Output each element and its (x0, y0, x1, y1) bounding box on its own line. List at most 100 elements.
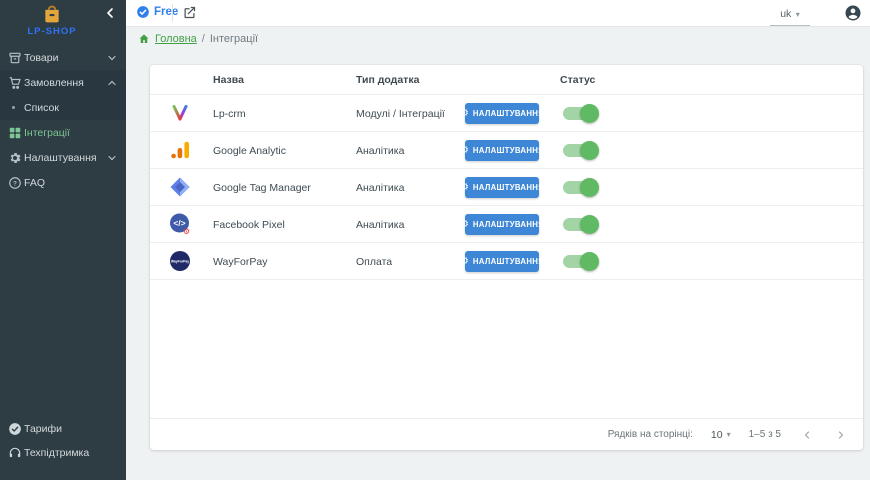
table-header: Назва Тип додатка Статус (150, 65, 863, 95)
status-toggle[interactable] (563, 107, 597, 120)
chevron-down-icon (106, 52, 118, 64)
integration-type: Модулі / Інтеграції (356, 108, 445, 120)
settings-button[interactable]: ⚙ НАЛАШТУВАННЯ (465, 140, 539, 161)
sidebar-item-orders-list[interactable]: Список (0, 95, 126, 120)
integration-type: Оплата (356, 256, 392, 268)
sidebar-item-support[interactable]: Техпідтримка (0, 440, 126, 465)
sidebar-item-label: Налаштування (24, 152, 97, 164)
chevron-up-icon (106, 77, 118, 89)
shop-bag-icon (42, 4, 62, 24)
verified-check-icon (136, 5, 150, 19)
facebook-pixel-logo: </> ⚙ (168, 212, 192, 236)
settings-button[interactable]: ⚙ НАЛАШТУВАННЯ (465, 177, 539, 198)
google-tag-manager-logo (168, 175, 192, 199)
sidebar-item-orders[interactable]: Замовлення (0, 70, 126, 95)
toggle-knob (580, 252, 599, 271)
pagination-range: 1–5 з 5 (749, 429, 781, 440)
gear-icon: ⚙ (460, 146, 469, 156)
svg-text:?: ? (13, 180, 17, 187)
previous-page-icon[interactable] (799, 427, 815, 443)
bullet-dot-icon (12, 106, 15, 109)
rows-per-page-value: 10 (711, 429, 723, 441)
settings-button-label: НАЛАШТУВАННЯ (473, 257, 544, 266)
gear-icon: ⚙ (460, 183, 469, 193)
chevron-down-icon (106, 152, 118, 164)
wayforpay-logo: WayForPay (168, 249, 192, 273)
home-icon[interactable] (138, 33, 150, 45)
status-toggle[interactable] (563, 181, 597, 194)
help-icon: ? (7, 175, 22, 190)
topbar: Free uk ▾ (126, 0, 870, 27)
plan-label: Free (154, 6, 178, 18)
svg-text:WayForPay: WayForPay (171, 260, 189, 264)
status-toggle[interactable] (563, 144, 597, 157)
settings-button[interactable]: ⚙ НАЛАШТУВАННЯ (465, 103, 539, 124)
sidebar: LP-SHOP Товари Замовлення (0, 0, 126, 480)
sidebar-item-label: Техпідтримка (24, 447, 89, 459)
settings-button-label: НАЛАШТУВАННЯ (473, 183, 544, 192)
divider (172, 4, 173, 22)
sidebar-item-label: Тарифи (24, 423, 62, 435)
integration-type: Аналітика (356, 145, 404, 157)
lp-crm-logo (168, 101, 192, 125)
toggle-knob (580, 178, 599, 197)
next-page-icon[interactable] (833, 427, 849, 443)
logo-text: LP-SHOP (0, 26, 104, 37)
cart-icon (7, 75, 22, 90)
google-analytics-logo (168, 138, 192, 162)
table-pagination: Рядків на сторінці: 10 ▾ 1–5 з 5 (150, 418, 863, 450)
gear-icon: ⚙ (460, 220, 469, 230)
toggle-knob (580, 141, 599, 160)
main-content: Головна / Інтеграції Назва Тип додатка С… (126, 27, 870, 480)
sidebar-item-label: Товари (24, 52, 58, 64)
column-header-name: Назва (213, 74, 244, 86)
status-toggle[interactable] (563, 255, 597, 268)
check-badge-icon (7, 421, 22, 436)
sidebar-item-products[interactable]: Товари (0, 45, 126, 70)
svg-text:⚙: ⚙ (183, 227, 190, 236)
integration-name: Facebook Pixel (213, 219, 285, 231)
sidebar-item-label: Список (24, 102, 59, 114)
headset-icon (7, 445, 22, 460)
open-in-new-icon[interactable] (182, 5, 198, 21)
rows-per-page-select[interactable]: 10 ▾ (711, 429, 731, 441)
table-row: Google Analytic Аналітика ⚙ НАЛАШТУВАННЯ (150, 132, 863, 169)
sidebar-item-settings[interactable]: Налаштування (0, 145, 126, 170)
integration-name: Google Tag Manager (213, 182, 311, 194)
sidebar-item-integrations[interactable]: Інтеграції (0, 120, 126, 145)
sidebar-item-label: Замовлення (24, 77, 84, 89)
integration-name: WayForPay (213, 256, 267, 268)
avatar[interactable] (844, 4, 862, 22)
gear-icon: ⚙ (460, 257, 469, 267)
sidebar-item-label: FAQ (24, 177, 45, 189)
table-row: Google Tag Manager Аналітика ⚙ НАЛАШТУВА… (150, 169, 863, 206)
breadcrumb-current: Інтеграції (210, 33, 258, 45)
integration-name: Google Analytic (213, 145, 286, 157)
settings-button[interactable]: ⚙ НАЛАШТУВАННЯ (465, 214, 539, 235)
integration-type: Аналітика (356, 182, 404, 194)
breadcrumb: Головна / Інтеграції (138, 33, 258, 45)
sidebar-collapse-icon[interactable] (102, 5, 118, 21)
settings-button-label: НАЛАШТУВАННЯ (473, 220, 544, 229)
settings-button[interactable]: ⚙ НАЛАШТУВАННЯ (465, 251, 539, 272)
gear-icon (7, 150, 22, 165)
toggle-knob (580, 104, 599, 123)
sidebar-item-faq[interactable]: ? FAQ (0, 170, 126, 195)
box-icon (7, 50, 22, 65)
grid-icon (7, 125, 22, 140)
table-row: </> ⚙ Facebook Pixel Аналітика ⚙ НАЛАШТУ… (150, 206, 863, 243)
chevron-down-icon: ▾ (727, 430, 731, 439)
logo: LP-SHOP (0, 0, 126, 45)
sidebar-item-tariffs[interactable]: Тарифи (0, 416, 126, 441)
breadcrumb-home-link[interactable]: Головна (155, 33, 197, 45)
table-row: WayForPay WayForPay Оплата ⚙ НАЛАШТУВАНН… (150, 243, 863, 280)
rows-per-page-label: Рядків на сторінці: (608, 429, 693, 440)
status-toggle[interactable] (563, 218, 597, 231)
settings-button-label: НАЛАШТУВАННЯ (473, 109, 544, 118)
settings-button-label: НАЛАШТУВАННЯ (473, 146, 544, 155)
integration-name: Lp-crm (213, 108, 246, 120)
column-header-type: Тип додатка (356, 74, 419, 86)
integration-type: Аналітика (356, 219, 404, 231)
table-row: Lp-crm Модулі / Інтеграції ⚙ НАЛАШТУВАНН… (150, 95, 863, 132)
language-select[interactable]: uk ▾ (770, 4, 810, 26)
